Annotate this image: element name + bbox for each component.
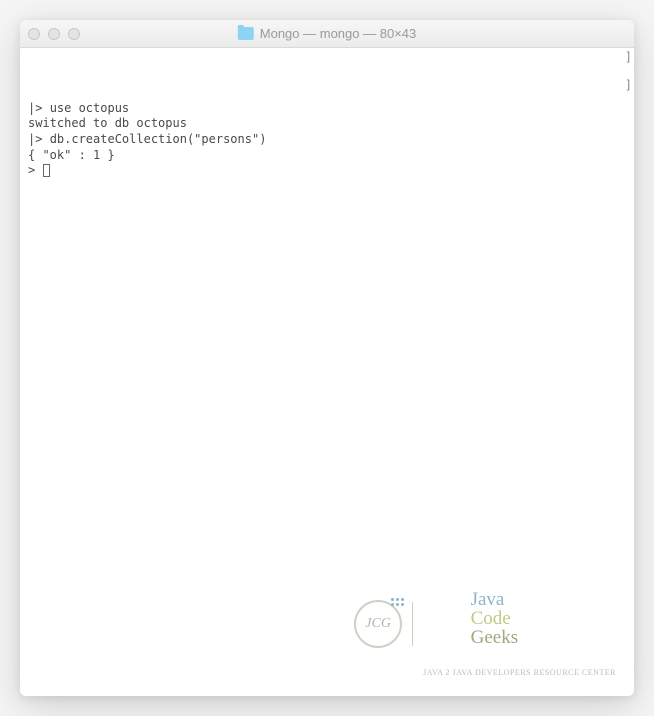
prompt: |>: [28, 101, 50, 115]
watermark-dots-icon: [391, 598, 404, 606]
title-bar-center: Mongo — mongo — 80×43: [238, 26, 416, 41]
title-bar[interactable]: Mongo — mongo — 80×43: [20, 20, 634, 48]
watermark-divider: [412, 602, 413, 646]
terminal-content[interactable]: ] ] |> use octopusswitched to db octopus…: [20, 48, 634, 696]
minimize-button[interactable]: [48, 28, 60, 40]
command-text: db.createCollection("persons"): [50, 132, 267, 146]
terminal-line: >: [28, 163, 626, 179]
scroll-indicator-top: ]: [625, 50, 632, 66]
scroll-indicator: ]: [625, 78, 632, 94]
terminal-line: |> use octopus: [28, 101, 626, 117]
terminal-line: switched to db octopus: [28, 116, 626, 132]
watermark-word-geeks: Geeks: [471, 627, 518, 648]
watermark-main-text: Java Code Geeks: [423, 571, 616, 666]
output-text: switched to db octopus: [28, 116, 187, 130]
watermark-circle-text: JCG: [365, 615, 391, 633]
watermark-text: Java Code Geeks JAVA 2 JAVA DEVELOPERS R…: [423, 571, 616, 678]
watermark-logo: JCG Java Code Geeks JAVA 2 JAVA DEVELOP: [354, 571, 616, 678]
cursor: [43, 164, 50, 177]
terminal-line: { "ok" : 1 }: [28, 148, 626, 164]
folder-icon: [238, 27, 254, 40]
watermark-word-code: Code: [471, 608, 511, 629]
traffic-lights: [28, 28, 80, 40]
prompt: |>: [28, 132, 50, 146]
prompt: >: [28, 163, 42, 177]
close-button[interactable]: [28, 28, 40, 40]
watermark-word-java: Java: [471, 589, 505, 610]
output-text: { "ok" : 1 }: [28, 148, 115, 162]
terminal-line: |> db.createCollection("persons"): [28, 132, 626, 148]
watermark-circle: JCG: [354, 600, 402, 648]
watermark-subtitle: JAVA 2 JAVA DEVELOPERS RESOURCE CENTER: [423, 668, 616, 678]
window-title: Mongo — mongo — 80×43: [260, 26, 416, 41]
terminal-window: Mongo — mongo — 80×43 ] ] |> use octopus…: [20, 20, 634, 696]
maximize-button[interactable]: [68, 28, 80, 40]
command-text: use octopus: [50, 101, 129, 115]
